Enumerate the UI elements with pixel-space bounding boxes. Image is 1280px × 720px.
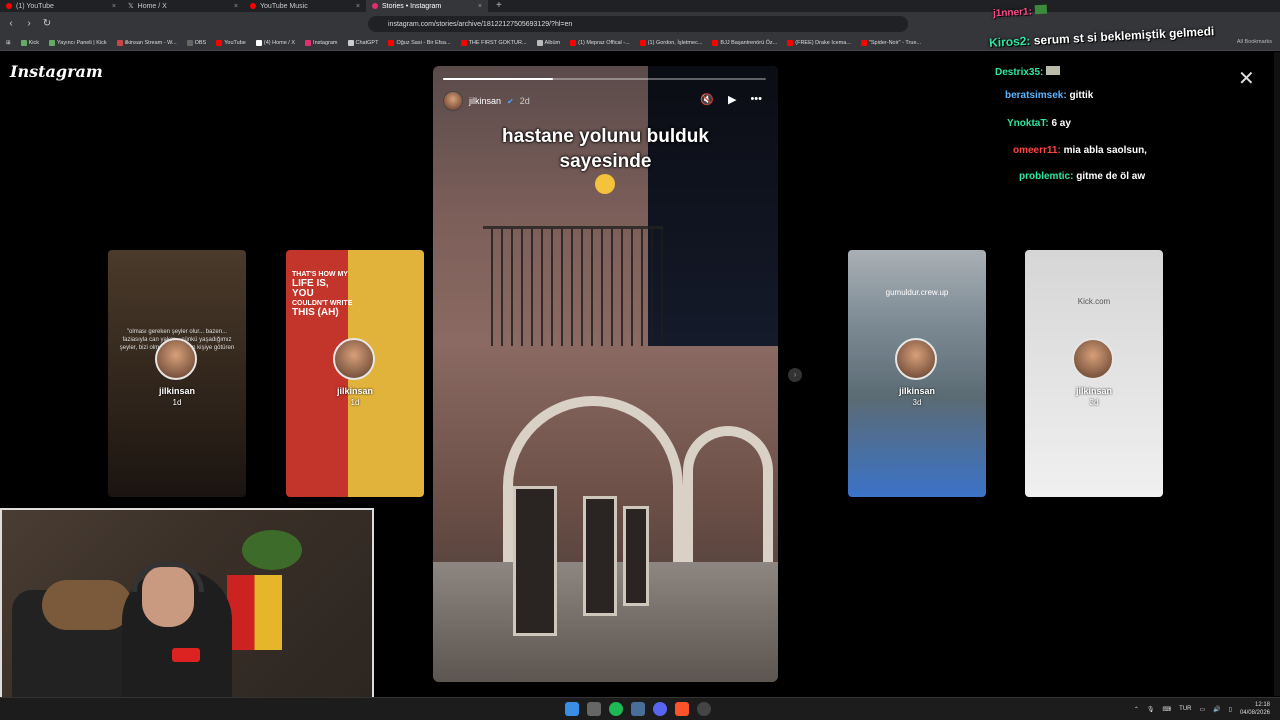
- taskbar: ⌃ 🎙 ⌨ TUR ▭ 🔊 ▯ 12:18 04/08/2026: [0, 697, 1280, 720]
- language-indicator[interactable]: TUR: [1179, 706, 1191, 712]
- system-tray: ⌃ 🎙 ⌨ TUR ▭ 🔊 ▯ 12:18 04/08/2026: [1134, 701, 1270, 717]
- new-tab-button[interactable]: +: [488, 0, 502, 12]
- bookmark[interactable]: Oğuz Sasi - Bir Efsa...: [388, 39, 451, 46]
- youtube-icon: [6, 3, 12, 9]
- story-thumb[interactable]: gumuldur.crew.up jilkinsan 3d: [848, 250, 986, 497]
- bookmark[interactable]: ChatGPT: [347, 39, 378, 46]
- mic-tray-icon[interactable]: 🎙: [1147, 706, 1155, 713]
- chat-message: Destrix35:: [995, 66, 1061, 78]
- story-username[interactable]: jilkinsan: [469, 96, 501, 106]
- chat-message: YnoktaT: 6 ay: [1007, 118, 1071, 129]
- url-input[interactable]: instagram.com/stories/archive/1812212750…: [368, 16, 908, 32]
- instagram-logo[interactable]: Instagram: [10, 62, 103, 81]
- chevron-up-icon[interactable]: ⌃: [1134, 706, 1139, 713]
- bookmark[interactable]: Yayıncı Paneli | Kick: [49, 39, 107, 46]
- story-thumb[interactable]: THAT'S HOW MY LIFE IS, YOU COULDN'T WRITE TH…: [286, 250, 424, 497]
- obs-icon[interactable]: [697, 702, 711, 716]
- volume-icon[interactable]: 🔊: [1213, 706, 1220, 713]
- bookmark[interactable]: Kick: [20, 39, 39, 46]
- story-image: [648, 66, 778, 346]
- discord-icon[interactable]: [653, 702, 667, 716]
- youtube-music-icon: [250, 3, 256, 9]
- story-thumb[interactable]: "olması gereken şeyler olur... bazen... …: [108, 250, 246, 497]
- story-progress: [443, 78, 766, 80]
- bookmark[interactable]: (4) Home / X: [255, 39, 295, 46]
- next-story-icon[interactable]: ›: [788, 368, 802, 382]
- story-header: jilkinsan ✔ 2d: [443, 91, 530, 111]
- clock[interactable]: 12:18 04/08/2026: [1240, 701, 1270, 717]
- stream-chat-overlay: j1nner1: Kiros2: serum st si beklemiştik…: [985, 0, 1280, 190]
- scrollbar[interactable]: [1274, 52, 1280, 696]
- emoji-sticker: [595, 174, 615, 194]
- bookmark[interactable]: ilkinsan Stream - W...: [116, 39, 177, 46]
- tab-youtube[interactable]: (1) YouTube ×: [0, 0, 122, 12]
- chat-message: omeerr11: mia abla saolsun,: [1013, 145, 1147, 156]
- avatar: [1072, 338, 1114, 380]
- instagram-icon: [372, 3, 378, 9]
- network-icon[interactable]: ▭: [1200, 706, 1206, 713]
- microphone-icon: [172, 648, 200, 662]
- headphone-icon: [132, 562, 204, 592]
- avatar: [895, 338, 937, 380]
- avatar: [333, 338, 375, 380]
- start-icon[interactable]: [565, 702, 579, 716]
- verified-icon: ✔: [507, 96, 514, 106]
- chat-message: j1nner1:: [993, 4, 1047, 19]
- taskview-icon[interactable]: [587, 702, 601, 716]
- close-tab-icon[interactable]: ×: [234, 3, 238, 10]
- mute-icon[interactable]: 🔇: [700, 93, 714, 106]
- tab-youtube-music[interactable]: YouTube Music ×: [244, 0, 366, 12]
- keyboard-icon[interactable]: ⌨: [1162, 706, 1171, 713]
- brave-icon[interactable]: [675, 702, 689, 716]
- emote-icon: [1034, 4, 1047, 15]
- bookmark[interactable]: THE FIRST GOKTUR...: [460, 39, 527, 46]
- reload-icon[interactable]: ↻: [40, 18, 54, 29]
- forward-icon[interactable]: ›: [22, 18, 36, 29]
- webcam-overlay: [0, 508, 374, 720]
- story-thumb[interactable]: Kick.com jilkinsan 3d: [1025, 250, 1163, 497]
- bookmark[interactable]: Instagram: [305, 39, 338, 46]
- bookmark[interactable]: (1) Mepraz Offical -...: [570, 39, 630, 46]
- bookmark-folder[interactable]: Albüm: [536, 39, 560, 46]
- avatar: [155, 338, 197, 380]
- tab-instagram-stories[interactable]: Stories • Instagram ×: [366, 0, 488, 12]
- x-icon: 𝕏: [128, 3, 134, 10]
- avatar[interactable]: [443, 91, 463, 111]
- more-icon[interactable]: •••: [750, 93, 762, 106]
- story-caption: hastane yolunu bulduk sayesinde: [502, 126, 709, 172]
- bookmark[interactable]: "Spider-Noir" - True...: [860, 39, 921, 46]
- bookmark[interactable]: YouTube: [216, 39, 246, 46]
- emote-icon: [1046, 66, 1061, 75]
- bookmark[interactable]: OBS: [186, 39, 206, 46]
- steam-icon[interactable]: [631, 702, 645, 716]
- story-time: 2d: [519, 96, 530, 106]
- bookmark[interactable]: (1) Gordon, İşletmec...: [639, 39, 702, 46]
- bookmark[interactable]: BJJ Başantrenörü Öz...: [712, 39, 777, 46]
- chat-message: Kiros2: serum st si beklemiştik gelmedi: [988, 24, 1215, 50]
- chat-message: problemtic: gitme de öl aw: [1019, 171, 1146, 182]
- chat-message: beratsimsek: gittik: [1005, 90, 1094, 101]
- close-tab-icon[interactable]: ×: [112, 3, 116, 10]
- story-controls: 🔇 ▶ •••: [700, 93, 762, 106]
- battery-icon[interactable]: ▯: [1229, 706, 1232, 713]
- bookmark[interactable]: (FREE) Drake Icema...: [787, 39, 851, 46]
- play-icon[interactable]: ▶: [728, 93, 736, 106]
- story-viewer[interactable]: jilkinsan ✔ 2d 🔇 ▶ ••• hastane yolunu bu…: [433, 66, 778, 682]
- tab-x[interactable]: 𝕏 Home / X ×: [122, 0, 244, 12]
- close-tab-icon[interactable]: ×: [356, 3, 360, 10]
- apps-icon[interactable]: ⊞: [6, 40, 11, 46]
- back-icon[interactable]: ‹: [4, 18, 18, 29]
- close-tab-icon[interactable]: ×: [478, 3, 482, 10]
- spotify-icon[interactable]: [609, 702, 623, 716]
